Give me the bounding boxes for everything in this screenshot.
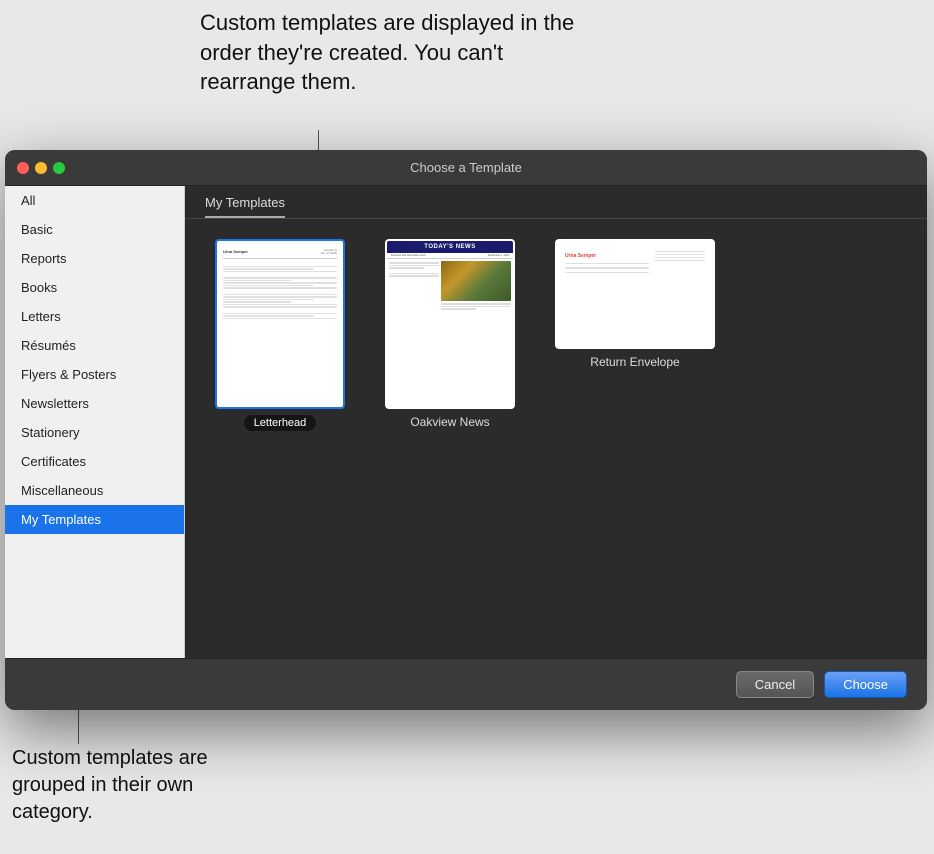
callout-bottom-arrow bbox=[78, 704, 79, 744]
main-content: My Templates Urna Semper 123 Main StCity… bbox=[185, 186, 927, 658]
sidebar-item-certificates[interactable]: Certificates bbox=[5, 447, 184, 476]
template-card-letterhead[interactable]: Urna Semper 123 Main StCity, ST 00000 bbox=[215, 239, 345, 431]
callout-bottom-text: Custom templates are grouped in their ow… bbox=[12, 747, 208, 823]
callout-top-text: Custom templates are displayed in the or… bbox=[200, 10, 574, 94]
sidebar-item-reports[interactable]: Reports bbox=[5, 244, 184, 273]
minimize-button[interactable] bbox=[35, 162, 47, 174]
callout-bottom: Custom templates are grouped in their ow… bbox=[0, 737, 240, 834]
sidebar-item-miscellaneous[interactable]: Miscellaneous bbox=[5, 476, 184, 505]
maximize-button[interactable] bbox=[53, 162, 65, 174]
sidebar-item-letters[interactable]: Letters bbox=[5, 302, 184, 331]
tab-my-templates[interactable]: My Templates bbox=[205, 195, 285, 218]
letterhead-thumbnail: Urna Semper 123 Main StCity, ST 00000 bbox=[215, 239, 345, 409]
dialog-window: Choose a Template All Basic Reports Book… bbox=[5, 150, 927, 710]
sidebar-item-books[interactable]: Books bbox=[5, 273, 184, 302]
close-button[interactable] bbox=[17, 162, 29, 174]
oakview-news-label: Oakview News bbox=[410, 415, 489, 429]
sidebar-item-basic[interactable]: Basic bbox=[5, 215, 184, 244]
sidebar-item-resumes[interactable]: Résumés bbox=[5, 331, 184, 360]
sidebar-item-stationery[interactable]: Stationery bbox=[5, 418, 184, 447]
template-card-oakview-news[interactable]: TODAY'S NEWS Praesent duis tellus diam l… bbox=[385, 239, 515, 429]
sidebar-item-newsletters[interactable]: Newsletters bbox=[5, 389, 184, 418]
sidebar-item-flyers[interactable]: Flyers & Posters bbox=[5, 360, 184, 389]
dialog-footer: Cancel Choose bbox=[5, 658, 927, 710]
letterhead-label: Letterhead bbox=[244, 415, 317, 431]
return-envelope-thumbnail: Urna Semper bbox=[555, 239, 715, 349]
template-card-return-envelope[interactable]: Urna Semper Return Enve bbox=[555, 239, 715, 369]
title-bar: Choose a Template bbox=[5, 150, 927, 186]
sidebar-item-all[interactable]: All bbox=[5, 186, 184, 215]
oakview-news-thumbnail: TODAY'S NEWS Praesent duis tellus diam l… bbox=[385, 239, 515, 409]
content-header: My Templates bbox=[185, 186, 927, 219]
sidebar: All Basic Reports Books Letters Résumés … bbox=[5, 186, 185, 658]
cancel-button[interactable]: Cancel bbox=[736, 671, 814, 698]
return-envelope-label: Return Envelope bbox=[590, 355, 679, 369]
templates-grid: Urna Semper 123 Main StCity, ST 00000 bbox=[185, 219, 927, 658]
sidebar-item-my-templates[interactable]: My Templates bbox=[5, 505, 184, 534]
dialog-body: All Basic Reports Books Letters Résumés … bbox=[5, 186, 927, 658]
dialog-title: Choose a Template bbox=[410, 160, 522, 175]
callout-top: Custom templates are displayed in the or… bbox=[200, 0, 580, 105]
choose-button[interactable]: Choose bbox=[824, 671, 907, 698]
window-controls bbox=[17, 162, 65, 174]
